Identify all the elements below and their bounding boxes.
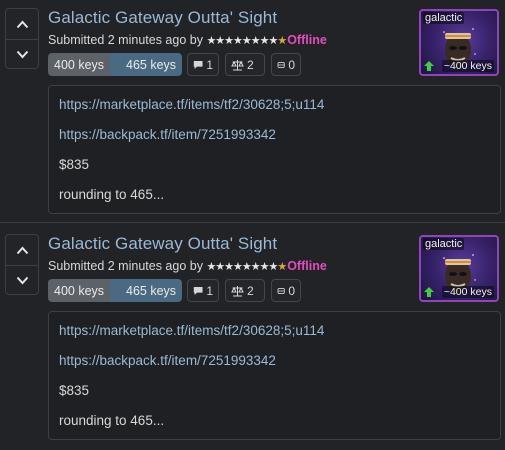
arrow-up-icon <box>424 287 434 297</box>
detail-price: $835 <box>59 383 90 398</box>
detail-note: rounding to 465... <box>59 413 165 428</box>
trades-button[interactable]: 2 <box>225 279 265 302</box>
listing-details: https://marketplace.tf/items/tf2/30628;5… <box>48 311 501 440</box>
comments-button[interactable]: 1 <box>187 279 219 302</box>
submitted-text: Submitted 2 minutes ago by <box>48 33 203 47</box>
chevron-down-icon <box>16 276 28 285</box>
listing-title[interactable]: Galactic Gateway Outta' Sight <box>48 8 277 28</box>
trades-count: 2 <box>247 57 254 72</box>
user-star-highlight: ★ <box>277 261 288 273</box>
detail-note: rounding to 465... <box>59 187 165 202</box>
chevron-up-icon <box>16 246 28 254</box>
stock-button[interactable]: 0 <box>271 279 301 302</box>
user-stars[interactable]: ★★★★★★★★ <box>206 261 278 273</box>
sell-price[interactable]: 465 keys <box>110 279 183 302</box>
upvote-button[interactable] <box>6 235 38 265</box>
comments-count: 1 <box>206 283 213 298</box>
listing-meta: Submitted 2 minutes ago by ★★★★★★★★★Offl… <box>48 33 327 47</box>
item-name: galactic <box>423 238 465 250</box>
speech-bubble-icon <box>193 286 203 295</box>
user-star-highlight: ★ <box>277 35 288 47</box>
buy-price[interactable]: 400 keys <box>48 279 111 302</box>
marketplace-link[interactable]: https://marketplace.tf/items/tf2/30628;5… <box>59 323 324 338</box>
upvote-button[interactable] <box>6 9 38 39</box>
vote-control <box>5 234 39 295</box>
comments-button[interactable]: 1 <box>187 53 219 76</box>
arrow-up-icon <box>424 61 434 71</box>
listing-card: Galactic Gateway Outta' Sight Submitted … <box>0 226 505 446</box>
item-value: ~400 keys <box>441 286 494 298</box>
box-icon <box>277 287 285 294</box>
vote-control <box>5 8 39 69</box>
user-status: Offline <box>287 33 327 47</box>
submitted-text: Submitted 2 minutes ago by <box>48 259 203 273</box>
trades-count: 2 <box>247 283 254 298</box>
backpack-link[interactable]: https://backpack.tf/item/7251993342 <box>59 127 276 142</box>
user-status: Offline <box>287 259 327 273</box>
downvote-button[interactable] <box>6 265 38 295</box>
buy-price[interactable]: 400 keys <box>48 53 111 76</box>
backpack-link[interactable]: https://backpack.tf/item/7251993342 <box>59 353 276 368</box>
trades-button[interactable]: 2 <box>225 53 265 76</box>
comments-count: 1 <box>206 57 213 72</box>
price-group: 400 keys 465 keys <box>48 53 183 76</box>
stock-count: 0 <box>288 283 295 298</box>
item-tile[interactable]: galactic ~400 keys <box>419 235 499 302</box>
listing-card: Galactic Gateway Outta' Sight Submitted … <box>0 0 505 220</box>
item-tile[interactable]: galactic ~400 keys <box>419 9 499 76</box>
box-icon <box>277 61 285 68</box>
listing-details: https://marketplace.tf/items/tf2/30628;5… <box>48 85 501 214</box>
item-name: galactic <box>423 12 465 24</box>
marketplace-link[interactable]: https://marketplace.tf/items/tf2/30628;5… <box>59 97 324 112</box>
stock-count: 0 <box>288 57 295 72</box>
downvote-button[interactable] <box>6 39 38 69</box>
listing-meta: Submitted 2 minutes ago by ★★★★★★★★★Offl… <box>48 259 327 273</box>
listing-divider <box>0 222 505 223</box>
sell-price[interactable]: 465 keys <box>110 53 183 76</box>
scales-icon <box>231 59 244 70</box>
chevron-up-icon <box>16 20 28 28</box>
price-group: 400 keys 465 keys <box>48 279 183 302</box>
listing-title[interactable]: Galactic Gateway Outta' Sight <box>48 234 277 254</box>
user-stars[interactable]: ★★★★★★★★ <box>206 35 278 47</box>
scales-icon <box>231 285 244 296</box>
stock-button[interactable]: 0 <box>271 53 301 76</box>
chevron-down-icon <box>16 50 28 59</box>
detail-price: $835 <box>59 157 90 172</box>
speech-bubble-icon <box>193 60 203 69</box>
item-value: ~400 keys <box>441 60 494 72</box>
